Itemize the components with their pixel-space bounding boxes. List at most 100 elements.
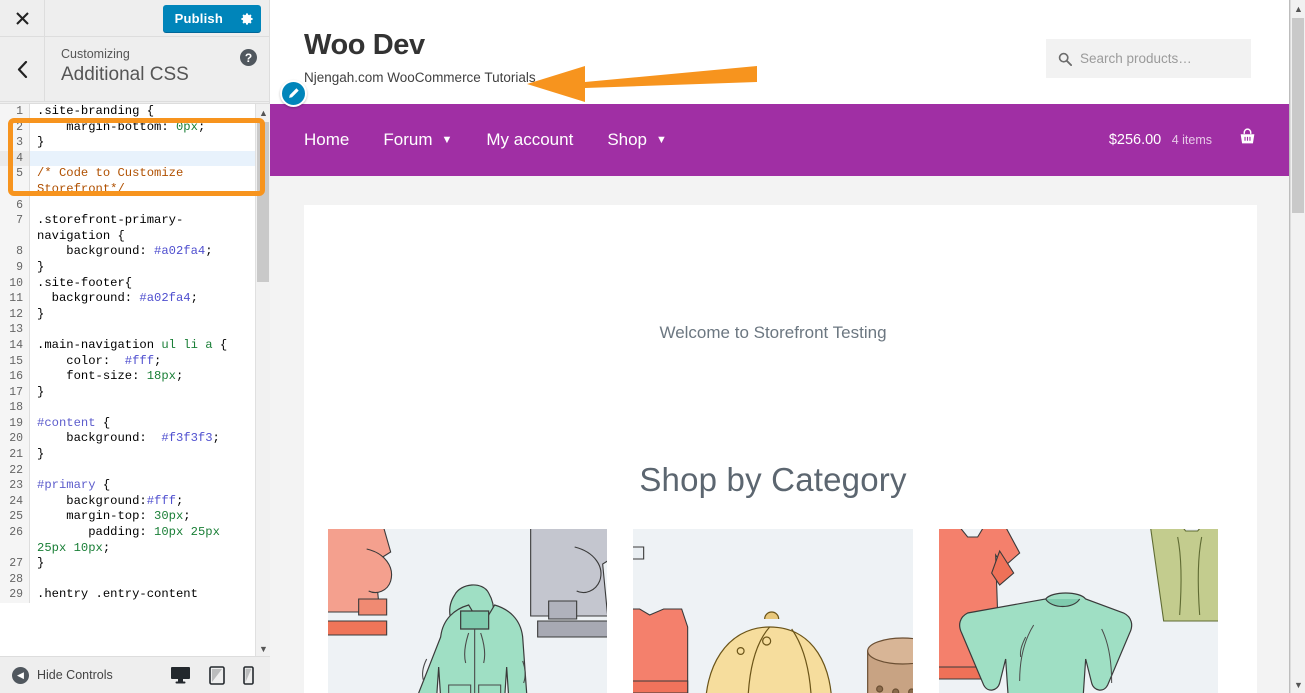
code-line-text[interactable]: } [30, 135, 255, 151]
product-search-box[interactable]: Search products… [1046, 39, 1251, 78]
code-line-text[interactable]: } [30, 385, 255, 401]
code-line-text[interactable]: } [30, 556, 255, 572]
welcome-text: Welcome to Storefront Testing [659, 323, 887, 342]
code-line[interactable]: 27} [0, 556, 255, 572]
page-scroll-down-icon[interactable]: ▼ [1291, 676, 1305, 693]
editor-scrollbar-thumb[interactable] [257, 122, 269, 282]
code-line[interactable]: 14 .main-navigation ul li a { [0, 337, 255, 354]
code-line[interactable]: 16 font-size: 18px; [0, 369, 255, 385]
search-input-placeholder[interactable]: Search products… [1080, 51, 1192, 66]
code-line-text[interactable]: background:#fff; [30, 494, 255, 510]
code-line-text[interactable] [30, 400, 255, 416]
code-line[interactable]: 11 background: #a02fa4; [0, 291, 255, 307]
page-scrollbar[interactable]: ▲ ▼ [1290, 0, 1305, 693]
scroll-down-icon[interactable]: ▼ [256, 640, 270, 656]
code-line-text[interactable] [30, 150, 255, 167]
nav-item-forum[interactable]: Forum ▼ [383, 130, 452, 150]
code-line-text[interactable]: color: #fff; [30, 354, 255, 370]
code-line-text[interactable]: background: #f3f3f3; [30, 431, 255, 447]
chevron-left-icon[interactable] [0, 37, 45, 101]
code-line[interactable]: 19 #content { [0, 415, 255, 432]
code-line-text[interactable]: .main-navigation ul li a { [30, 338, 255, 354]
line-number: 6 [0, 197, 30, 214]
code-line-text[interactable]: .site-branding { [30, 104, 255, 120]
code-line[interactable]: 23 #primary { [0, 478, 255, 494]
code-line[interactable]: 17} [0, 384, 255, 401]
code-line-text[interactable]: margin-top: 30px; [30, 509, 255, 525]
hide-controls-button[interactable]: ◀ Hide Controls [0, 666, 170, 684]
code-line[interactable]: 4 [0, 150, 255, 167]
category-accessories[interactable] [633, 529, 913, 693]
mobile-icon[interactable] [243, 665, 254, 685]
code-line-text[interactable] [30, 463, 255, 479]
code-line-text[interactable]: } [30, 260, 255, 276]
desktop-icon[interactable] [170, 666, 191, 684]
code-line[interactable]: 12} [0, 306, 255, 323]
cart-summary[interactable]: $256.00 4 items [1109, 131, 1212, 149]
code-line[interactable]: 13 [0, 322, 255, 338]
code-line-text[interactable]: background: #a02fa4; [30, 291, 255, 307]
code-line[interactable]: 25 margin-top: 30px; [0, 509, 255, 526]
line-number: 10 [0, 275, 30, 292]
code-line-text[interactable]: padding: 10px 25px 25px 10px; [30, 525, 255, 556]
page-scroll-up-icon[interactable]: ▲ [1291, 0, 1305, 17]
code-line-text[interactable]: } [30, 447, 255, 463]
code-line-text[interactable]: } [30, 307, 255, 323]
category-hoodies[interactable] [328, 529, 608, 693]
publish-button[interactable]: Publish [163, 5, 233, 32]
help-icon[interactable]: ? [240, 49, 257, 66]
code-line[interactable]: 29 .hentry .entry-content [0, 587, 255, 603]
code-line-text[interactable]: #primary { [30, 478, 255, 494]
code-line[interactable]: 18 [0, 400, 255, 416]
shopping-basket-icon[interactable] [1238, 128, 1257, 152]
publish-button-group[interactable]: Publish [162, 5, 261, 32]
line-number: 21 [0, 447, 30, 463]
code-line[interactable]: 7 .storefront-primary-navigation { [0, 213, 255, 245]
code-line-text[interactable]: .site-footer{ [30, 276, 255, 292]
page-scrollbar-thumb[interactable] [1292, 18, 1304, 213]
code-line[interactable]: 10 .site-footer{ [0, 275, 255, 292]
tablet-icon[interactable] [209, 665, 225, 685]
code-line-text[interactable]: margin-bottom: 0px; [30, 120, 255, 136]
code-line[interactable]: 6 [0, 197, 255, 214]
code-line[interactable]: 28 [0, 571, 255, 588]
gear-icon[interactable] [233, 5, 261, 32]
line-number: 4 [0, 150, 30, 167]
pencil-edit-icon[interactable] [280, 80, 307, 107]
code-line[interactable]: 24 background:#fff; [0, 493, 255, 510]
code-line[interactable]: 21} [0, 447, 255, 463]
code-line[interactable]: 8 background: #a02fa4; [0, 244, 255, 260]
code-line[interactable]: 2 margin-bottom: 0px; [0, 119, 255, 136]
chevron-down-icon[interactable]: ▼ [441, 134, 452, 146]
code-line-text[interactable]: #content { [30, 416, 255, 432]
code-line[interactable]: 20 background: #f3f3f3; [0, 431, 255, 448]
code-line[interactable]: 3} [0, 135, 255, 151]
code-line-text[interactable]: .storefront-primary-navigation { [30, 213, 255, 244]
code-line-text[interactable]: font-size: 18px; [30, 369, 255, 385]
additional-css-editor[interactable]: 1 .site-branding {2 margin-bottom: 0px; 3}… [0, 103, 270, 656]
code-line[interactable]: 9} [0, 259, 255, 276]
code-lines-container[interactable]: 1 .site-branding {2 margin-bottom: 0px; 3}… [0, 104, 255, 656]
code-line[interactable]: 1 .site-branding { [0, 104, 255, 120]
code-line[interactable]: 15 color: #fff; [0, 353, 255, 370]
code-line[interactable]: 5/* Code to Customize Storefront*/ [0, 166, 255, 198]
nav-item-my-account[interactable]: My account [486, 130, 573, 150]
line-number: 24 [0, 493, 30, 510]
nav-item-home[interactable]: Home [304, 130, 349, 150]
code-line-text[interactable]: /* Code to Customize Storefront*/ [30, 166, 255, 197]
close-icon[interactable] [0, 0, 45, 36]
code-line-text[interactable]: .hentry .entry-content [30, 587, 255, 603]
code-line-text[interactable] [30, 322, 255, 338]
code-line-text[interactable] [30, 572, 255, 588]
chevron-down-icon[interactable]: ▼ [656, 134, 667, 146]
editor-scrollbar[interactable]: ▲ ▼ [255, 104, 270, 656]
code-line[interactable]: 22 [0, 462, 255, 479]
code-line-text[interactable] [30, 198, 255, 214]
nav-item-shop[interactable]: Shop ▼ [607, 130, 667, 150]
scroll-up-icon[interactable]: ▲ [256, 104, 270, 121]
category-tshirts[interactable] [938, 529, 1218, 693]
code-line[interactable]: 26 padding: 10px 25px 25px 10px; [0, 525, 255, 557]
line-number: 17 [0, 384, 30, 401]
code-line-text[interactable]: background: #a02fa4; [30, 244, 255, 260]
site-header-cart[interactable]: $256.00 4 items [1109, 104, 1257, 176]
